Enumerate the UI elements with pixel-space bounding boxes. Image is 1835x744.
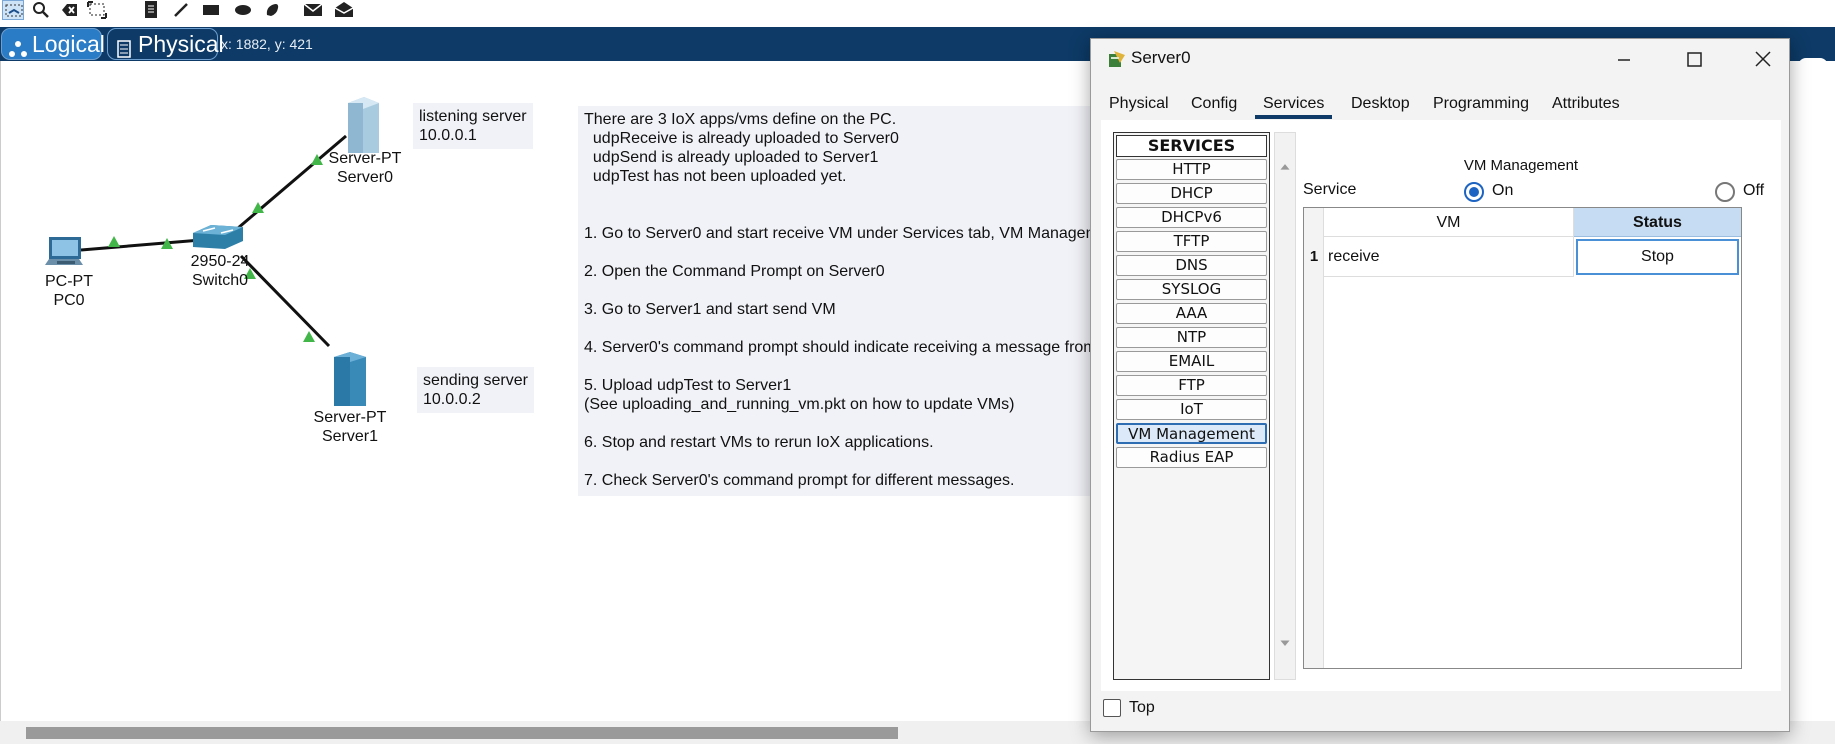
ellipse-icon[interactable]	[232, 0, 254, 20]
row-header-column	[1304, 208, 1324, 668]
cursor-coordinates: x: 1882, y: 421	[221, 36, 313, 52]
pc0-icon	[45, 237, 83, 265]
rectangle-icon[interactable]	[200, 0, 222, 20]
service-syslog[interactable]: SYSLOG	[1116, 279, 1267, 300]
tab-desktop[interactable]: Desktop	[1343, 89, 1418, 119]
tab-config[interactable]: Config	[1183, 89, 1245, 119]
listening-server-note[interactable]: listening server 10.0.0.1	[413, 103, 533, 149]
minimize-button[interactable]	[1604, 45, 1644, 73]
physical-mode-label: Physical	[138, 31, 224, 57]
switch0-name: Switch0	[191, 272, 249, 289]
server1-label[interactable]: Server-PT Server1	[310, 408, 390, 446]
service-iot[interactable]: IoT	[1116, 399, 1267, 420]
service-email[interactable]: EMAIL	[1116, 351, 1267, 372]
top-label: Top	[1129, 699, 1155, 716]
complex-pdu-icon[interactable]	[333, 0, 355, 20]
service-ntp[interactable]: NTP	[1116, 327, 1267, 348]
physical-view-icon	[115, 35, 133, 58]
server0-name: Server0	[336, 169, 394, 186]
freeform-icon[interactable]	[262, 0, 284, 20]
maximize-button[interactable]	[1674, 45, 1714, 73]
switch0-type: 2950-24	[190, 253, 250, 270]
services-list: SERVICES HTTP DHCP DHCPv6 TFTP DNS SYSLO…	[1113, 132, 1270, 680]
service-on-label: On	[1492, 182, 1514, 199]
dialog-title: Server0	[1131, 48, 1191, 67]
tab-physical[interactable]: Physical	[1101, 89, 1177, 119]
logical-mode-button[interactable]: Logical	[1, 28, 105, 60]
vm-management-title: VM Management	[1463, 157, 1579, 174]
resize-icon[interactable]	[86, 0, 108, 20]
vm-table: VM Status 1 receive Stop	[1303, 207, 1742, 669]
line-icon[interactable]	[170, 0, 192, 20]
pc0-label[interactable]: PC-PT PC0	[39, 272, 99, 310]
pc0-name: PC0	[53, 292, 85, 309]
select-icon[interactable]	[2, 0, 24, 20]
services-panel: SERVICES HTTP DHCP DHCPv6 TFTP DNS SYSLO…	[1101, 120, 1781, 691]
tab-programming[interactable]: Programming	[1425, 89, 1537, 119]
scrollbar-thumb[interactable]	[26, 727, 898, 739]
top-toolbar	[0, 0, 1835, 27]
services-header: SERVICES	[1116, 135, 1267, 157]
vm-stop-button[interactable]: Stop	[1576, 239, 1739, 275]
tab-services[interactable]: Services	[1255, 89, 1333, 119]
note-icon[interactable]	[140, 0, 162, 20]
service-label: Service	[1303, 181, 1357, 198]
server1-type: Server-PT	[313, 409, 387, 426]
zoom-icon[interactable]	[30, 0, 52, 20]
column-header-status[interactable]: Status	[1574, 208, 1741, 237]
server0-dialog: Server0 Physical Config Services Desktop…	[1090, 38, 1790, 732]
pc0-type: PC-PT	[45, 273, 93, 290]
service-dhcp[interactable]: DHCP	[1116, 183, 1267, 204]
service-off-label: Off	[1743, 182, 1765, 199]
physical-mode-button[interactable]: Physical	[107, 28, 224, 60]
row-number: 1	[1309, 248, 1319, 265]
column-header-vm[interactable]: VM	[1324, 208, 1574, 237]
service-http[interactable]: HTTP	[1116, 159, 1267, 180]
instructions-note[interactable]: There are 3 IoX apps/vms define on the P…	[578, 106, 1091, 496]
service-ftp[interactable]: FTP	[1116, 375, 1267, 396]
dialog-titlebar[interactable]: Server0	[1091, 39, 1789, 79]
scroll-arrows-icon	[1280, 164, 1290, 646]
service-off-radio[interactable]	[1715, 182, 1735, 202]
service-on-radio[interactable]	[1464, 182, 1484, 202]
server1-name: Server1	[321, 428, 379, 445]
server0-type: Server-PT	[328, 150, 402, 167]
switch0-label[interactable]: 2950-24 Switch0	[185, 252, 255, 290]
sending-server-note[interactable]: sending server 10.0.0.2	[417, 367, 534, 413]
logical-view-icon	[9, 35, 27, 57]
server-app-icon	[1107, 49, 1127, 69]
server0-label[interactable]: Server-PT Server0	[325, 149, 405, 187]
tab-attributes[interactable]: Attributes	[1544, 89, 1628, 119]
simple-pdu-icon[interactable]	[302, 0, 324, 20]
services-scrollbar[interactable]	[1274, 132, 1296, 680]
delete-icon[interactable]	[58, 0, 80, 20]
vm-name-cell[interactable]: receive	[1324, 237, 1574, 277]
switch0-icon	[193, 225, 243, 249]
logical-mode-label: Logical	[32, 31, 105, 57]
top-checkbox[interactable]	[1103, 699, 1121, 717]
server1-icon	[334, 352, 366, 406]
service-dhcpv6[interactable]: DHCPv6	[1116, 207, 1267, 228]
service-vm-management[interactable]: VM Management	[1116, 423, 1267, 444]
service-radius-eap[interactable]: Radius EAP	[1116, 447, 1267, 468]
server0-icon	[348, 97, 379, 153]
service-tftp[interactable]: TFTP	[1116, 231, 1267, 252]
service-aaa[interactable]: AAA	[1116, 303, 1267, 324]
close-button[interactable]	[1743, 45, 1783, 73]
service-dns[interactable]: DNS	[1116, 255, 1267, 276]
